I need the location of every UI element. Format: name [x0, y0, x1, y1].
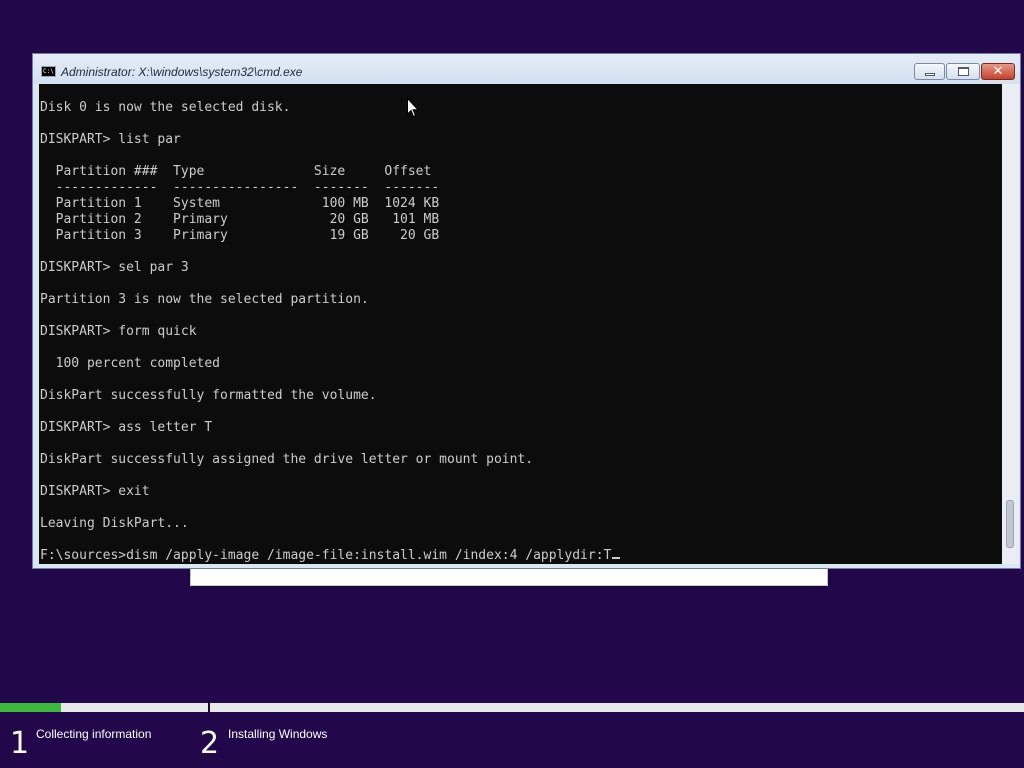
maximize-button[interactable] — [946, 63, 980, 80]
console-line: Partition 3 is now the selected partitio… — [40, 292, 369, 307]
setup-progress-fill — [0, 703, 62, 712]
setup-dialog — [190, 566, 828, 586]
console-line: DiskPart successfully assigned the drive… — [40, 452, 534, 467]
console-line: 100 percent completed — [40, 356, 221, 371]
console-line: ------------- ---------------- ------- -… — [40, 180, 440, 195]
console-line: Leaving DiskPart... — [40, 516, 189, 531]
console-line: F:\sources>dism /apply-image /image-file… — [40, 548, 621, 564]
close-icon: ✕ — [992, 64, 1004, 79]
cmd-icon[interactable]: C:\ — [41, 66, 56, 77]
console-line: Partition 2 Primary 20 GB 101 MB — [40, 212, 440, 227]
window-title: Administrator: X:\windows\system32\cmd.e… — [61, 65, 303, 79]
console-line: DISKPART> ass letter T — [40, 420, 213, 435]
title-bar[interactable]: C:\ Administrator: X:\windows\system32\c… — [33, 54, 1020, 84]
text-cursor — [612, 557, 621, 559]
console-line: DISKPART> exit — [40, 484, 150, 499]
setup-progress-bar — [0, 703, 1024, 712]
progress-step-divider — [208, 700, 210, 713]
step-label: Collecting information — [36, 727, 152, 741]
console-line: DISKPART> list par — [40, 132, 181, 147]
vertical-scrollbar[interactable] — [1002, 84, 1019, 564]
step-number: 1 — [10, 726, 30, 761]
step-label: Installing Windows — [228, 727, 328, 741]
console-line: Disk 0 is now the selected disk. — [40, 100, 291, 115]
mouse-pointer-icon — [407, 98, 419, 118]
console-line: Partition ### Type Size Offset — [40, 164, 432, 179]
step-number: 2 — [200, 726, 220, 761]
console-line: DISKPART> sel par 3 — [40, 260, 189, 275]
minimize-icon — [925, 73, 935, 76]
console-output[interactable]: Disk 0 is now the selected disk. DISKPART… — [39, 84, 1002, 564]
console-line: Partition 3 Primary 19 GB 20 GB — [40, 228, 440, 243]
cmd-window: C:\ Administrator: X:\windows\system32\c… — [32, 53, 1021, 569]
close-button[interactable]: ✕ — [981, 63, 1015, 80]
maximize-icon — [958, 67, 969, 76]
console-lines: Disk 0 is now the selected disk. DISKPART… — [40, 100, 621, 564]
scrollbar-thumb[interactable] — [1006, 500, 1014, 548]
setup-background: C:\ Administrator: X:\windows\system32\c… — [0, 0, 1024, 768]
console-line: Partition 1 System 100 MB 1024 KB — [40, 196, 440, 211]
console-line: DISKPART> form quick — [40, 324, 197, 339]
console-line: DiskPart successfully formatted the volu… — [40, 388, 377, 403]
minimize-button[interactable] — [914, 63, 945, 80]
